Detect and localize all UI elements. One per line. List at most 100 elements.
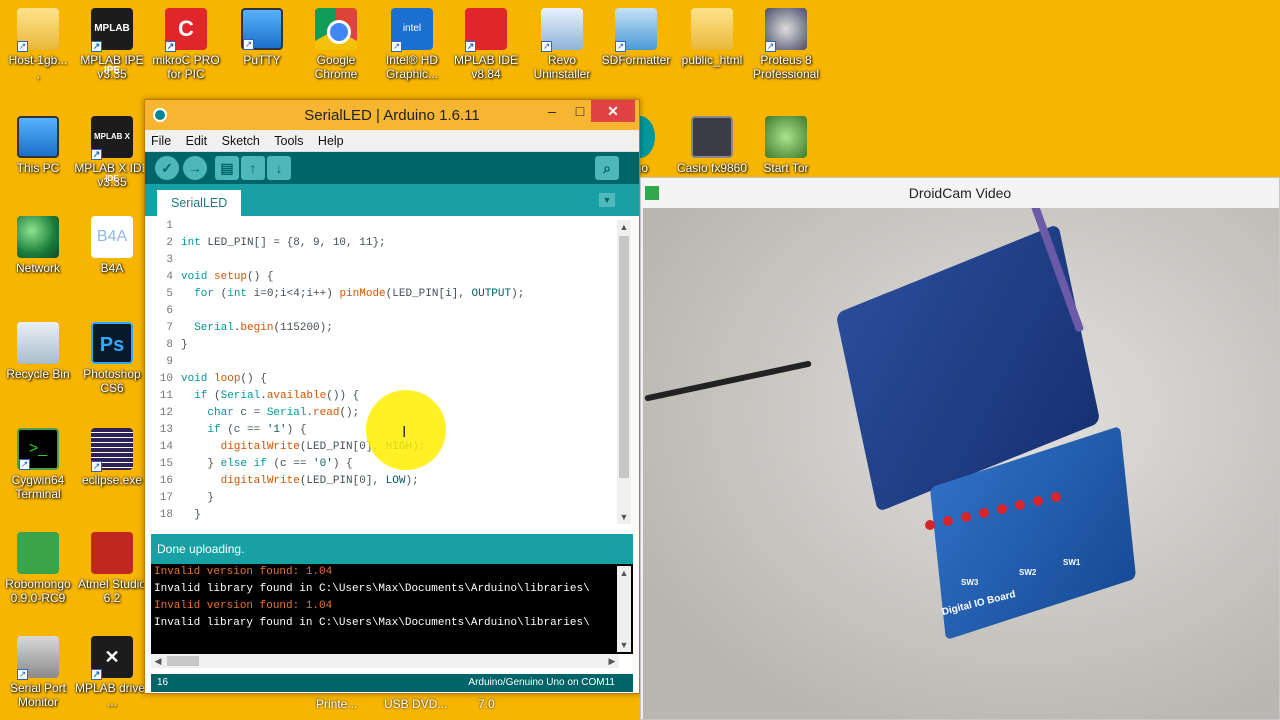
tab-menu-button[interactable]: ▼ — [599, 193, 615, 207]
led — [1033, 496, 1043, 506]
console-line: Invalid library found in C:\Users\Max\Do… — [154, 617, 590, 629]
arduino-window[interactable]: SerialLED | Arduino 1.6.11 – □ ✕ File Ed… — [144, 99, 640, 694]
desktop-icon-public-html[interactable]: public_html — [674, 8, 750, 67]
toolbar: ✓ → ▤ ↑ ↓ ⌕ — [145, 152, 639, 184]
menu-tools[interactable]: Tools — [274, 130, 303, 152]
desktop-icon-mplab-x[interactable]: MPLAB X IDE↗ MPLAB X IDE v3.35 — [74, 116, 150, 189]
console-scroll-down-icon[interactable]: ▼ — [617, 638, 631, 652]
code-area[interactable]: int LED_PIN[] = {8, 9, 10, 11}; void set… — [181, 218, 615, 524]
folder-icon — [691, 8, 733, 50]
board-label-sw3: SW3 — [961, 578, 979, 587]
code-line: } — [181, 339, 188, 351]
window-title: SerialLED | Arduino 1.6.11 — [304, 107, 480, 124]
led — [1015, 500, 1025, 510]
serial-port-icon: ↗ — [17, 636, 59, 680]
calculator-icon — [691, 116, 733, 158]
desktop-icon-robomongo[interactable]: Robomongo 0.9.0-RC9 — [0, 532, 76, 605]
line-number: 11 — [159, 390, 173, 402]
mplab-driver-icon: ✕ ↗ — [91, 636, 133, 680]
tab-seriaLED[interactable]: SerialLED — [157, 190, 242, 216]
usb-cable — [644, 360, 812, 402]
desktop-icon-sdformatter[interactable]: ↗ SDFormatter — [598, 8, 674, 67]
ladybug-icon — [91, 532, 133, 574]
desktop-icon-intel[interactable]: intel ↗ Intel® HD Graphic... — [374, 8, 450, 81]
desktop-icon-proteus[interactable]: ↗ Proteus 8 Professional — [748, 8, 824, 81]
desktop-icon-mplab-driver[interactable]: ✕ ↗ MPLAB driver ... — [74, 636, 150, 709]
line-number: 8 — [166, 339, 173, 351]
desktop-icon-putty[interactable]: ↗ PuTTY — [224, 8, 300, 67]
line-number: 7 — [166, 322, 173, 334]
serial-monitor-button[interactable]: ⌕ — [595, 156, 619, 180]
scroll-right-arrow-icon[interactable]: ▶ — [605, 654, 619, 668]
desktop-icon-eclipse[interactable]: ↗ eclipse.exe — [74, 428, 150, 487]
eclipse-icon: ↗ — [91, 428, 133, 472]
line-number: 2 — [166, 237, 173, 249]
droidcam-titlebar[interactable]: DroidCam Video — [641, 178, 1279, 208]
menu-sketch[interactable]: Sketch — [222, 130, 260, 152]
desktop-icon-photoshop[interactable]: Ps Photoshop CS6 — [74, 322, 150, 395]
desktop-icon-casio[interactable]: Casio fx9860 — [674, 116, 750, 175]
intel-graphics-icon: intel ↗ — [391, 8, 433, 52]
droidcam-title: DroidCam Video — [908, 185, 1012, 201]
desktop-icon-chrome[interactable]: Google Chrome — [298, 8, 374, 81]
desktop-icon-this-pc[interactable]: This PC — [0, 116, 76, 175]
line-number: 10 — [159, 373, 173, 385]
mikroc-icon: C ↗ — [165, 8, 207, 52]
verify-button[interactable]: ✓ — [155, 156, 179, 180]
console-output[interactable]: Invalid version found: 1.04 Invalid libr… — [151, 564, 633, 654]
menu-file[interactable]: File — [151, 130, 171, 152]
desktop-icon-cygwin[interactable]: >_ ↗ Cygwin64 Terminal — [0, 428, 76, 501]
console-horizontal-scrollbar[interactable]: ◀ ▶ — [151, 654, 619, 668]
led — [925, 520, 935, 530]
desktop-icon-mikroc[interactable]: C ↗ mikroC PRO for PIC — [148, 8, 224, 81]
menu-help[interactable]: Help — [318, 130, 344, 152]
open-button[interactable]: ↑ — [241, 156, 265, 180]
revo-uninstaller-icon: ↗ — [541, 8, 583, 52]
console-line: Invalid library found in C:\Users\Max\Do… — [154, 583, 590, 595]
console-vertical-scrollbar[interactable]: ▲ ▼ — [617, 566, 631, 652]
editor-scroll-thumb[interactable] — [619, 236, 629, 478]
desktop-icon-recycle-bin[interactable]: Recycle Bin — [0, 322, 76, 381]
desktop-icon-tor[interactable]: Start Tor — [748, 116, 824, 175]
scroll-left-arrow-icon[interactable]: ◀ — [151, 654, 165, 668]
text-cursor-icon: I — [402, 424, 407, 441]
led — [943, 516, 953, 526]
line-number: 17 — [159, 492, 173, 504]
arduino-titlebar[interactable]: SerialLED | Arduino 1.6.11 – □ ✕ — [145, 100, 639, 130]
recycle-bin-icon — [17, 322, 59, 364]
terminal-icon: >_ ↗ — [17, 428, 59, 470]
line-number: 6 — [166, 305, 173, 317]
sdformatter-icon: ↗ — [615, 8, 657, 52]
new-sketch-button[interactable]: ▤ — [215, 156, 239, 180]
save-button[interactable]: ↓ — [267, 156, 291, 180]
desktop-icon-serial-port-monitor[interactable]: ↗ Serial Port Monitor — [0, 636, 76, 709]
code-editor[interactable]: 1 2 3 4 5 6 7 8 9 10 11 12 13 14 15 16 17 18 int LED_PIN[… — [151, 218, 633, 526]
network-icon — [17, 216, 59, 258]
bottom-status-bar: 16 Arduino/Genuino Uno on COM11 — [151, 674, 633, 692]
code-line: digitalWrite(LED_PIN[0], LOW); — [220, 475, 419, 487]
line-number: 14 — [159, 441, 173, 453]
droidcam-window[interactable]: DroidCam Video Digital IO Board SW1 SW2 … — [640, 177, 1280, 720]
desktop-icon-revo[interactable]: ↗ Revo Uninstaller — [524, 8, 600, 81]
desktop-icon-atmel[interactable]: Atmel Studio 6.2 — [74, 532, 150, 605]
desktop-label-version: 7.0 — [478, 697, 495, 711]
close-button[interactable]: ✕ — [591, 100, 635, 122]
led — [1051, 492, 1061, 502]
board-label-sw1: SW1 — [1063, 558, 1081, 567]
menu-edit[interactable]: Edit — [186, 130, 208, 152]
desktop-icon-host[interactable]: ↗ Host-1gb... , — [0, 8, 76, 81]
scroll-down-arrow-icon[interactable]: ▼ — [617, 510, 631, 524]
scroll-up-arrow-icon[interactable]: ▲ — [617, 220, 631, 234]
console-hscroll-thumb[interactable] — [167, 656, 199, 666]
editor-vertical-scrollbar[interactable]: ▲ ▼ — [617, 220, 631, 524]
desktop-icon-mplab-ipe[interactable]: MPLAB IPE↗ MPLAB IPE v3.35 — [74, 8, 150, 81]
upload-button[interactable]: → — [183, 156, 207, 180]
desktop-icon-mplab-ide[interactable]: ↗ MPLAB IDE v8.84 — [448, 8, 524, 81]
desktop-icon-network[interactable]: Network — [0, 216, 76, 275]
console-scroll-up-icon[interactable]: ▲ — [617, 566, 631, 580]
desktop-icon-b4a[interactable]: B4A B4A — [74, 216, 150, 275]
board-port-info: Arduino/Genuino Uno on COM11 — [468, 677, 615, 688]
line-number: 5 — [166, 288, 173, 300]
minimize-button[interactable]: – — [537, 100, 567, 122]
